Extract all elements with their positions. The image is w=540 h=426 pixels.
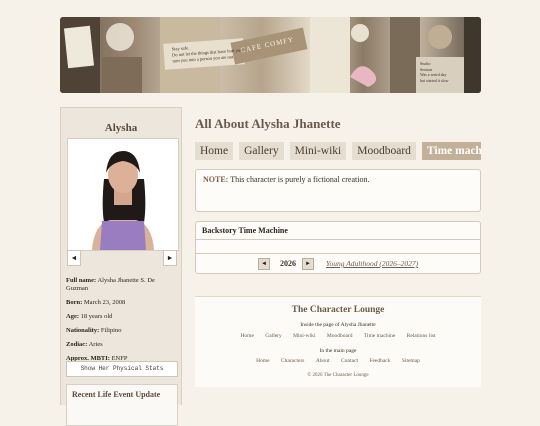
fact-zodiac: Zodiac: Aries [66, 341, 178, 349]
fact-label: Zodiac: [66, 341, 88, 348]
fact-label: Born: [66, 299, 83, 306]
year-prev-button[interactable]: ◄ [258, 258, 270, 270]
site-footer: The Character Lounge Inside the page of … [195, 296, 481, 387]
life-event-panel: Recent Life Event Update [66, 384, 178, 426]
page-tabs: Home Gallery Mini-wiki Moodboard Time machin… [195, 142, 481, 160]
show-physical-stats-button[interactable]: Show Her Physical Stats [66, 361, 178, 377]
fact-label: Full name: [66, 277, 97, 284]
fact-age: Age: 18 years old [66, 313, 178, 321]
footer-link-time-machine[interactable]: Time machine [364, 333, 395, 339]
header-banner-collage: Stay safe. Do not let the things that ha… [60, 17, 481, 93]
year-display: 2026 [280, 259, 296, 268]
year-next-button[interactable]: ► [302, 258, 314, 270]
footer-link-contact[interactable]: Contact [341, 358, 358, 364]
era-link[interactable]: Young Adulthood (2026–2027) [326, 258, 418, 270]
photo-prev-button[interactable]: ◄ [67, 250, 81, 266]
footer-link-main-home[interactable]: Home [256, 358, 269, 364]
fact-label: Nationality: [66, 327, 100, 334]
tab-mini-wiki[interactable]: Mini-wiki [289, 142, 347, 160]
tab-home[interactable]: Home [195, 142, 234, 160]
footer-link-mini-wiki[interactable]: Mini-wiki [293, 333, 315, 339]
character-photo [67, 138, 179, 251]
footer-link-feedback[interactable]: Feedback [369, 358, 390, 364]
fact-value: March 23, 2008 [83, 299, 126, 306]
photo-next-button[interactable]: ► [163, 250, 177, 266]
time-machine-divider-row [196, 240, 480, 254]
character-name: Alysha [104, 122, 138, 134]
fact-value: 18 years old [80, 313, 113, 320]
footer-link-characters[interactable]: Characters [281, 358, 305, 364]
footer-copyright: © 2026 The Character Lounge [307, 373, 369, 378]
note-text: This character is purely a fictional cre… [228, 175, 370, 184]
note-label: NOTE: [203, 175, 229, 184]
banner-right-note: Studio Session Was a weird day but start… [420, 61, 449, 83]
character-portrait-image [68, 139, 178, 250]
footer-link-about[interactable]: About [316, 358, 330, 364]
fact-born: Born: March 23, 2008 [66, 299, 178, 307]
fiction-note: NOTE: This character is purely a fiction… [195, 169, 481, 212]
fact-nationality: Nationality: Filipino [66, 327, 178, 335]
time-machine-panel: Backstory Time Machine ◄ 2026 ► Young Ad… [195, 221, 481, 274]
footer-link-gallery[interactable]: Gallery [265, 333, 282, 339]
fact-value: Filipino [100, 327, 122, 334]
footer-main-links: Home Characters About Contact Feedback S… [195, 358, 481, 364]
footer-link-relations-list[interactable]: Relations list [407, 333, 436, 339]
fact-full-name: Full name: Alysha Jhanette S. De Guzman [66, 277, 178, 293]
page-title: All About Alysha Jhanette [195, 116, 341, 131]
character-facts: Full name: Alysha Jhanette S. De Guzman … [66, 277, 178, 369]
footer-inside-label: Inside the page of Alysha Jhanette [300, 322, 376, 328]
banner-right-note-line: Was a weird day [420, 72, 447, 77]
footer-link-sitemap[interactable]: Sitemap [402, 358, 420, 364]
life-event-title: Recent Life Event Update [72, 390, 161, 399]
fact-label: Age: [66, 313, 79, 320]
footer-inside-links: Home Gallery Mini-wiki Moodboard Time ma… [195, 333, 481, 339]
footer-link-moodboard[interactable]: Moodboard [327, 333, 353, 339]
footer-main-label: In the main page [319, 348, 357, 354]
collage-artwork [60, 17, 481, 93]
time-machine-title: Backstory Time Machine [196, 222, 480, 240]
tab-gallery[interactable]: Gallery [239, 142, 284, 160]
character-sidebar: Alysha ◄ ► Full name: Alysha Jhanette S.… [60, 107, 182, 426]
fact-value: Aries [88, 341, 103, 348]
tab-moodboard[interactable]: Moodboard [352, 142, 416, 160]
footer-link-home[interactable]: Home [240, 333, 253, 339]
banner-right-note-line: but started it slow [420, 77, 449, 83]
footer-site-title: The Character Lounge [291, 305, 385, 315]
tab-time-machine[interactable]: Time machine [421, 142, 481, 160]
